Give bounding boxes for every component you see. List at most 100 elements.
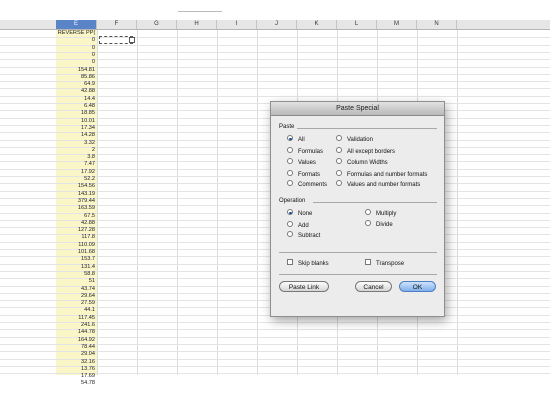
paste-option-formulas[interactable]: Formulas	[287, 147, 324, 156]
column-e-cell[interactable]: 67.5	[56, 213, 97, 220]
paste-option-values[interactable]: Values	[287, 158, 316, 167]
paste-option-validation[interactable]: Validation	[336, 135, 373, 144]
radio-divide[interactable]	[365, 220, 371, 227]
column-e-cell[interactable]: 13.76	[56, 366, 97, 373]
column-e-cell[interactable]: 143.19	[56, 191, 97, 198]
column-e-cell[interactable]: 7.47	[56, 161, 97, 168]
radio-none[interactable]	[287, 209, 293, 216]
paste-option-comments[interactable]: Comments	[287, 180, 327, 189]
column-e-cell[interactable]: 27.59	[56, 300, 97, 307]
radio-multiply[interactable]	[365, 209, 371, 216]
column-e-cell[interactable]: 78.44	[56, 344, 97, 351]
radio-comments[interactable]	[287, 180, 293, 187]
column-header-g[interactable]: G	[137, 20, 177, 29]
radio-formats[interactable]	[287, 170, 293, 177]
column-e-cell[interactable]: 54.78	[56, 380, 97, 387]
column-header-m[interactable]: M	[377, 20, 417, 29]
column-header-i[interactable]: I	[217, 20, 257, 29]
column-e-cell[interactable]: 163.59	[56, 205, 97, 212]
paste-option-formats[interactable]: Formats	[287, 170, 321, 179]
column-e-cell[interactable]: 42.88	[56, 88, 97, 95]
column-e-cell[interactable]: 18.85	[56, 110, 97, 117]
operation-option-add[interactable]: Add	[287, 221, 309, 230]
column-e-cell[interactable]: 154.56	[56, 183, 97, 190]
radio-column-widths[interactable]	[336, 158, 342, 165]
radio-formulas[interactable]	[287, 147, 293, 154]
operation-option-subtract[interactable]: Subtract	[287, 231, 320, 240]
paste-option-column-widths[interactable]: Column Widths	[336, 158, 388, 167]
radio-subtract[interactable]	[287, 231, 293, 238]
column-e-cell[interactable]: 29.64	[56, 293, 97, 300]
column-header-h[interactable]: H	[177, 20, 217, 29]
column-e-cell[interactable]: 117.45	[56, 315, 97, 322]
column-e-cell[interactable]: 144.78	[56, 329, 97, 336]
label: Formulas	[298, 149, 324, 155]
paste-option-all-except-borders[interactable]: All except borders	[336, 147, 395, 156]
column-e-cell[interactable]: 379.44	[56, 198, 97, 205]
radio-all-except-borders[interactable]	[336, 147, 342, 154]
column-e-cell[interactable]: 0	[56, 59, 97, 66]
column-e-cell[interactable]: 43.74	[56, 286, 97, 293]
column-e-cell[interactable]: 58.8	[56, 271, 97, 278]
column-e-cell[interactable]: 2	[56, 147, 97, 154]
ok-button[interactable]: OK	[399, 281, 436, 292]
column-e-cell[interactable]: 0	[56, 52, 97, 59]
radio-add[interactable]	[287, 221, 293, 228]
operation-option-divide[interactable]: Divide	[365, 220, 393, 229]
column-e-cell[interactable]: 51	[56, 278, 97, 285]
radio-formulas-number-formats[interactable]	[336, 170, 342, 177]
paste-option-values-number-formats[interactable]: Values and number formats	[336, 180, 420, 189]
column-e-cell[interactable]: 110.09	[56, 242, 97, 249]
column-e-cell[interactable]: 3.32	[56, 140, 97, 147]
paste-link-button[interactable]: Paste Link	[279, 281, 329, 292]
column-e-cell[interactable]: 42.88	[56, 220, 97, 227]
column-e-cell[interactable]: 52.2	[56, 176, 97, 183]
column-e-cell[interactable]: 0	[56, 45, 97, 52]
column-e-cell[interactable]: 14.28	[56, 132, 97, 139]
operation-option-none[interactable]: None	[287, 209, 312, 218]
column-e-cell[interactable]: 131.4	[56, 264, 97, 271]
column-header-n[interactable]: N	[417, 20, 457, 29]
skip-blanks-checkbox[interactable]: Skip blanks	[287, 259, 329, 268]
column-e-cell[interactable]: 17.92	[56, 169, 97, 176]
column-e-cell[interactable]: 117.8	[56, 234, 97, 241]
column-e-cell[interactable]: 101.68	[56, 249, 97, 256]
label: Formats	[298, 172, 321, 178]
column-e-cell[interactable]: 29.04	[56, 351, 97, 358]
paste-option-all[interactable]: All	[287, 135, 305, 144]
column-e-cell[interactable]: 0	[56, 37, 97, 44]
column-e-cell[interactable]: 127.28	[56, 227, 97, 234]
cancel-button[interactable]: Cancel	[355, 281, 392, 292]
column-header-k[interactable]: K	[297, 20, 337, 29]
transpose-checkbox[interactable]: Transpose	[365, 259, 404, 268]
column-e-header-cell[interactable]: REVERSE PP(	[56, 30, 97, 37]
radio-all[interactable]	[287, 135, 293, 142]
column-header-j[interactable]: J	[257, 20, 297, 29]
column-header-l[interactable]: L	[337, 20, 377, 29]
column-e-cell[interactable]: 17.34	[56, 125, 97, 132]
column-header-e[interactable]: E	[56, 20, 97, 29]
column-e-cell[interactable]: 64.9	[56, 81, 97, 88]
column-e-cell[interactable]: 14.4	[56, 96, 97, 103]
column-header-f[interactable]: F	[97, 20, 137, 29]
radio-values[interactable]	[287, 158, 293, 165]
skip-blanks-box[interactable]	[287, 259, 293, 266]
operation-option-multiply[interactable]: Multiply	[365, 209, 396, 218]
paste-separator	[297, 128, 437, 129]
column-e-cell[interactable]: 17.69	[56, 373, 97, 380]
column-e-cell[interactable]: 164.92	[56, 337, 97, 344]
column-e-cell[interactable]: 32.16	[56, 359, 97, 366]
column-e-cell[interactable]: 44.1	[56, 307, 97, 314]
column-e-cell[interactable]: 153.7	[56, 256, 97, 263]
radio-values-number-formats[interactable]	[336, 180, 342, 187]
paste-options-handle[interactable]	[129, 37, 135, 43]
column-e-cell[interactable]: 85.86	[56, 74, 97, 81]
column-e-cell[interactable]: 241.6	[56, 322, 97, 329]
paste-option-formulas-number-formats[interactable]: Formulas and number formats	[336, 170, 427, 179]
column-e-cell[interactable]: 6.48	[56, 103, 97, 110]
radio-validation[interactable]	[336, 135, 342, 142]
column-e-cell[interactable]: 154.81	[56, 67, 97, 74]
column-e-cell[interactable]: 10.01	[56, 118, 97, 125]
transpose-box[interactable]	[365, 259, 371, 266]
column-e-cell[interactable]: 3.8	[56, 154, 97, 161]
